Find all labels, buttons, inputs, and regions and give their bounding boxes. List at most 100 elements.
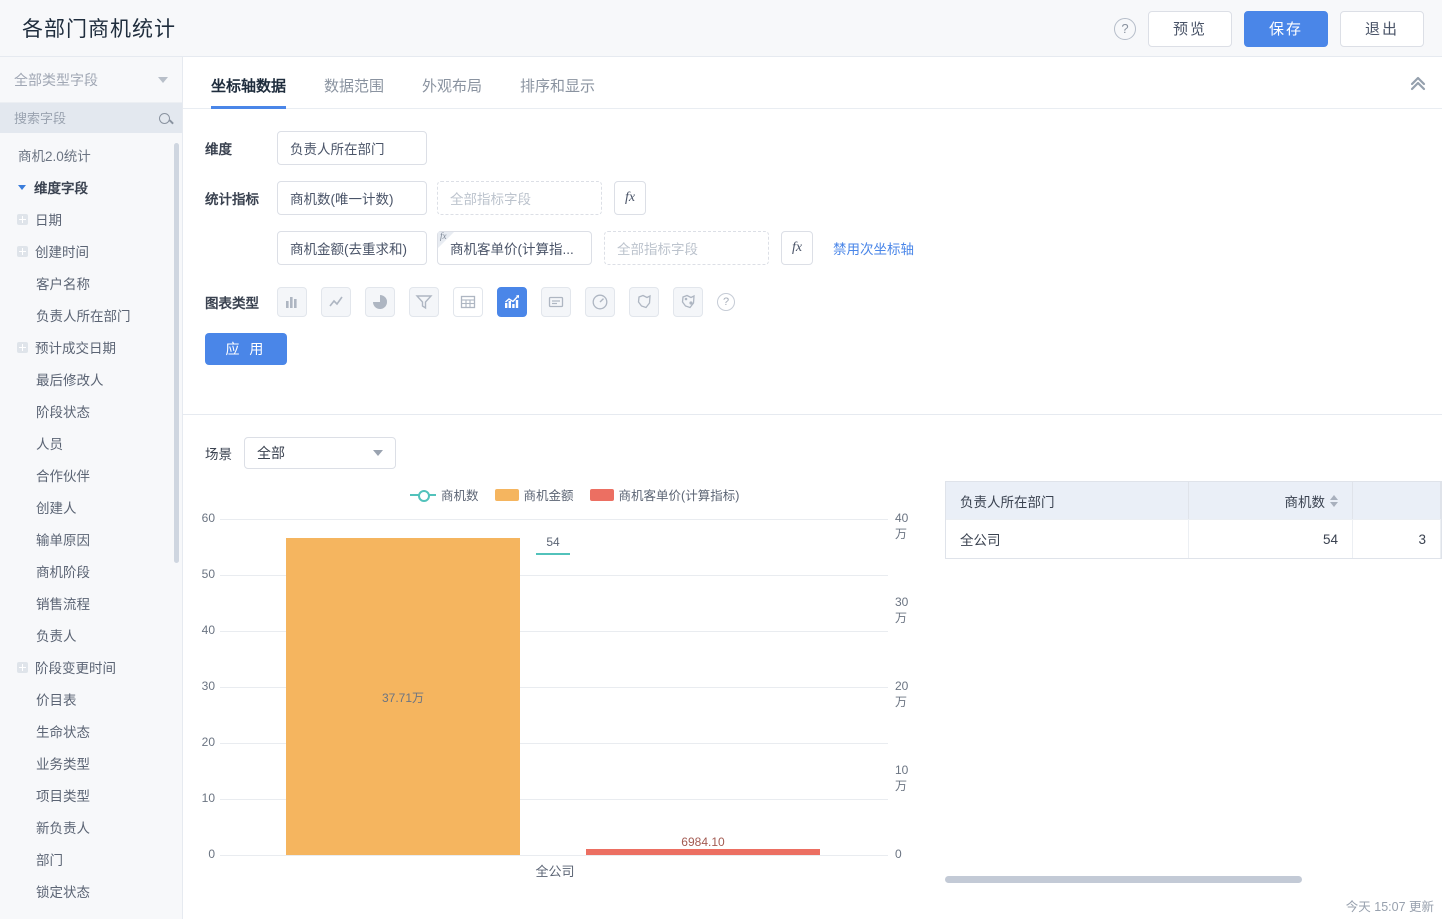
sidebar-item-17[interactable]: 价目表 — [0, 683, 182, 715]
legend-label: 商机数 — [441, 489, 479, 503]
fx-button-1[interactable]: fx — [614, 181, 646, 215]
sidebar-item-12[interactable]: 输单原因 — [0, 523, 182, 555]
question-circle-icon[interactable]: ? — [1114, 17, 1136, 40]
sidebar-item-13[interactable]: 商机阶段 — [0, 555, 182, 587]
save-button[interactable]: 保存 — [1244, 10, 1328, 47]
disable-secondary-axis-link[interactable]: 禁用次坐标轴 — [833, 238, 914, 258]
sidebar-item-1[interactable]: 维度字段 — [0, 171, 182, 203]
y-axis-right-tick-1: 30万 — [895, 595, 909, 625]
sidebar-item-6[interactable]: 预计成交日期 — [0, 331, 182, 363]
axis-config-form: 维度 负责人所在部门 统计指标 商机数(唯一计数) 全部指标字段 fx 商机金额… — [183, 109, 1442, 317]
type-filter-dropdown[interactable]: 全部类型字段 — [0, 57, 182, 103]
calc-metric-field[interactable]: fx 商机客单价(计算指... — [437, 231, 592, 265]
sidebar-item-label: 商机阶段 — [36, 565, 90, 580]
tab-2[interactable]: 外观布局 — [422, 75, 482, 108]
sidebar-item-10[interactable]: 合作伙伴 — [0, 459, 182, 491]
table-header-cell-2[interactable] — [1353, 482, 1441, 519]
legend-item-2[interactable]: 商机客单价(计算指标) — [589, 485, 739, 504]
legend-item-0[interactable]: 商机数 — [410, 485, 479, 504]
sidebar-item-2[interactable]: 日期 — [0, 203, 182, 235]
combo-chart-icon[interactable] — [497, 287, 527, 317]
sidebar-item-label: 创建人 — [36, 501, 77, 516]
sidebar-item-18[interactable]: 生命状态 — [0, 715, 182, 747]
sidebar-item-20[interactable]: 项目类型 — [0, 779, 182, 811]
sidebar-item-22[interactable]: 部门 — [0, 843, 182, 875]
table-horizontal-scrollbar[interactable] — [945, 876, 1302, 883]
calc-metric-value: 商机客单价(计算指... — [450, 242, 574, 257]
tab-1[interactable]: 数据范围 — [324, 75, 384, 108]
sidebar-scrollbar[interactable] — [174, 143, 179, 563]
gauge-chart-icon[interactable] — [585, 287, 615, 317]
y-axis-right-tick-0: 40万 — [895, 511, 909, 541]
metric-field-2[interactable]: 商机金额(去重求和) — [277, 231, 427, 265]
sidebar: 全部类型字段 商机2.0统计维度字段日期创建时间客户名称负责人所在部门预计成交日… — [0, 57, 183, 919]
table-header-cell-1-label: 商机数 — [1284, 494, 1326, 510]
chart-type-options — [277, 287, 717, 317]
field-search-box[interactable] — [0, 103, 182, 133]
sidebar-item-label: 生命状态 — [36, 725, 90, 740]
sidebar-item-11[interactable]: 创建人 — [0, 491, 182, 523]
label-chart-icon[interactable] — [541, 287, 571, 317]
plus-box-icon[interactable] — [17, 661, 28, 673]
metric-placeholder-1[interactable]: 全部指标字段 — [437, 181, 602, 215]
y-axis-left-tick-2: 40 — [201, 623, 215, 637]
sidebar-item-14[interactable]: 销售流程 — [0, 587, 182, 619]
map-chart-icon[interactable] — [629, 287, 659, 317]
search-input[interactable] — [12, 109, 142, 127]
chart-type-help-icon[interactable]: ? — [717, 293, 735, 311]
map-point-chart-icon[interactable] — [673, 287, 703, 317]
field-list[interactable]: 商机2.0统计 维度字段 日期 创建时间 客户名称 负责人所在部门预计成交日期最后修改人阶… — [0, 133, 182, 919]
plus-box-icon[interactable] — [17, 213, 28, 225]
preview-button[interactable]: 预览 — [1148, 10, 1232, 47]
line-chart-icon[interactable] — [321, 287, 351, 317]
sidebar-item-19[interactable]: 业务类型 — [0, 747, 182, 779]
metric-placeholder-2[interactable]: 全部指标字段 — [604, 231, 769, 265]
exit-button[interactable]: 退出 — [1340, 10, 1424, 47]
sidebar-item-label: 预计成交日期 — [35, 341, 116, 356]
y-axis-left-tick-5: 10 — [201, 791, 215, 805]
sidebar-item-4[interactable]: 客户名称 — [0, 267, 182, 299]
sidebar-item-21[interactable]: 新负责人 — [0, 811, 182, 843]
table-row[interactable]: 全公司 54 3 — [946, 519, 1441, 558]
sidebar-item-16[interactable]: 阶段变更时间 — [0, 651, 182, 683]
fx-button-2[interactable]: fx — [781, 231, 813, 265]
sidebar-item-8[interactable]: 阶段状态 — [0, 395, 182, 427]
bar-商机客单价(计算指标)[interactable] — [586, 849, 820, 855]
metric-field-1[interactable]: 商机数(唯一计数) — [277, 181, 427, 215]
legend-line-swatch — [410, 489, 436, 502]
top-bar-actions: ? 预览 保存 退出 — [1114, 0, 1424, 57]
scene-row: 场景 全部 — [183, 415, 1442, 469]
apply-button[interactable]: 应 用 — [205, 333, 287, 365]
dimension-field[interactable]: 负责人所在部门 — [277, 131, 427, 165]
sidebar-item-15[interactable]: 负责人 — [0, 619, 182, 651]
pie-chart-icon[interactable] — [365, 287, 395, 317]
funnel-chart-icon[interactable] — [409, 287, 439, 317]
sidebar-item-23[interactable]: 锁定状态 — [0, 875, 182, 907]
caret-down-icon[interactable] — [18, 184, 26, 190]
sidebar-item-label: 阶段状态 — [36, 405, 90, 420]
sort-arrows-icon[interactable] — [1330, 494, 1338, 507]
scene-select[interactable]: 全部 — [244, 437, 396, 469]
table-header-cell-1[interactable]: 商机数 — [1189, 482, 1353, 519]
bar-chart-icon[interactable] — [277, 287, 307, 317]
sidebar-item-0[interactable]: 商机2.0统计 — [0, 139, 182, 171]
tab-3[interactable]: 排序和显示 — [520, 75, 595, 108]
gridline-left-6 — [220, 855, 888, 856]
tab-0[interactable]: 坐标轴数据 — [211, 75, 287, 109]
legend-label: 商机金额 — [523, 489, 574, 503]
table-chart-icon[interactable] — [453, 287, 483, 317]
chart-type-row: 图表类型 ? — [205, 287, 1442, 317]
legend-color-swatch — [589, 488, 614, 501]
table-header-cell-0[interactable]: 负责人所在部门 — [946, 482, 1189, 519]
panel-tabs: 坐标轴数据 数据范围 外观布局 排序和显示 — [183, 57, 1442, 109]
sidebar-item-7[interactable]: 最后修改人 — [0, 363, 182, 395]
sidebar-item-5[interactable]: 负责人所在部门 — [0, 299, 182, 331]
data-table: 负责人所在部门 商机数 全公司 54 3 — [945, 481, 1442, 559]
sidebar-item-3[interactable]: 创建时间 — [0, 235, 182, 267]
line-point-商机数[interactable] — [536, 552, 570, 555]
sidebar-item-9[interactable]: 人员 — [0, 427, 182, 459]
plus-box-icon[interactable] — [17, 245, 28, 257]
double-chevron-up-icon[interactable] — [1408, 73, 1428, 93]
plus-box-icon[interactable] — [17, 341, 28, 353]
legend-item-1[interactable]: 商机金额 — [494, 485, 574, 504]
